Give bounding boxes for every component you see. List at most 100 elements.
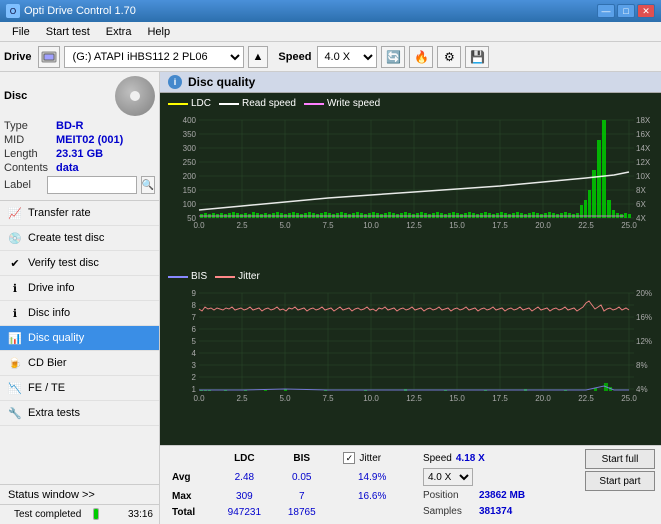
chart1: LDC Read speed Write speed xyxy=(164,97,657,268)
bis-total: 18765 xyxy=(276,505,327,519)
nav-label-disc-info: Disc info xyxy=(28,307,70,319)
svg-text:4%: 4% xyxy=(636,385,648,394)
drive-select[interactable]: (G:) ATAPI iHBS112 2 PL06 xyxy=(64,46,244,68)
mid-value: MEIT02 (001) xyxy=(56,134,155,146)
speed-label: Speed xyxy=(278,51,311,63)
drive-icon-btn[interactable] xyxy=(38,46,60,68)
svg-text:12%: 12% xyxy=(636,337,652,346)
nav-label-drive-info: Drive info xyxy=(28,282,74,294)
nav-label-cd-bier: CD Bier xyxy=(28,357,67,369)
samples-val: 381374 xyxy=(479,506,512,517)
type-value: BD-R xyxy=(56,120,155,132)
extra-tests-icon: 🔧 xyxy=(8,406,22,420)
charts-container: LDC Read speed Write speed xyxy=(160,93,661,445)
svg-text:15.0: 15.0 xyxy=(449,221,465,230)
close-button[interactable]: ✕ xyxy=(637,4,655,18)
disc-info-icon: ℹ xyxy=(8,306,22,320)
svg-text:100: 100 xyxy=(183,200,197,209)
svg-text:12X: 12X xyxy=(636,158,651,167)
legend-read: Read speed xyxy=(242,98,296,109)
transfer-rate-icon: 📈 xyxy=(8,206,22,220)
sidebar-item-disc-quality[interactable]: 📊 Disc quality xyxy=(0,326,159,351)
bis-max: 7 xyxy=(276,489,327,503)
svg-text:10X: 10X xyxy=(636,172,651,181)
svg-text:25.0: 25.0 xyxy=(621,394,637,403)
bis-avg: 0.05 xyxy=(276,467,327,487)
svg-text:7.5: 7.5 xyxy=(322,394,334,403)
nav-label-verify-test-disc: Verify test disc xyxy=(28,257,99,269)
nav-label-transfer-rate: Transfer rate xyxy=(28,207,91,219)
chart2-legend: BIS Jitter xyxy=(164,270,657,283)
ldc-header: LDC xyxy=(215,451,274,465)
speed-dropdown[interactable]: 4.0 X xyxy=(423,468,473,486)
progress-time: 33:16 xyxy=(103,509,153,520)
svg-text:400: 400 xyxy=(183,116,197,125)
disc-quality-title: Disc quality xyxy=(188,75,255,89)
progress-bar-inner xyxy=(94,509,98,519)
label-browse-btn[interactable]: 🔍 xyxy=(141,176,155,194)
app-icon: O xyxy=(6,4,20,18)
chart1-svg: 50 100 150 200 250 300 350 400 4X 6X 8X xyxy=(164,110,654,230)
svg-text:25.0: 25.0 xyxy=(621,221,637,230)
nav-label-extra-tests: Extra tests xyxy=(28,407,80,419)
sidebar-item-drive-info[interactable]: ℹ Drive info xyxy=(0,276,159,301)
svg-text:18X: 18X xyxy=(636,116,651,125)
disc-quality-icon: 📊 xyxy=(8,331,22,345)
svg-text:17.5: 17.5 xyxy=(492,394,508,403)
menu-help[interactable]: Help xyxy=(139,24,178,40)
label-label: Label xyxy=(4,179,43,191)
svg-text:0.0: 0.0 xyxy=(193,394,205,403)
eject-btn[interactable]: ▲ xyxy=(248,46,269,68)
toolbar: Drive (G:) ATAPI iHBS112 2 PL06 ▲ Speed … xyxy=(0,42,661,72)
svg-text:12.5: 12.5 xyxy=(406,221,422,230)
disc-panel: Disc Type BD-R MID MEIT02 (001) Length 2… xyxy=(0,72,159,201)
start-full-btn[interactable]: Start full xyxy=(585,449,655,469)
disc-icon xyxy=(115,76,155,116)
legend-ldc: LDC xyxy=(191,98,211,109)
svg-text:8: 8 xyxy=(192,301,197,310)
sidebar-item-verify-test-disc[interactable]: ✔ Verify test disc xyxy=(0,251,159,276)
menu-file[interactable]: File xyxy=(4,24,38,40)
sidebar-item-fe-te[interactable]: 📉 FE / TE xyxy=(0,376,159,401)
status-window-btn[interactable]: Status window >> xyxy=(0,486,159,505)
svg-text:200: 200 xyxy=(183,172,197,181)
sidebar: Disc Type BD-R MID MEIT02 (001) Length 2… xyxy=(0,72,160,524)
refresh-btn[interactable]: 🔄 xyxy=(381,46,405,68)
legend-write: Write speed xyxy=(327,98,380,109)
menu-extra[interactable]: Extra xyxy=(98,24,140,40)
sidebar-item-disc-info[interactable]: ℹ Disc info xyxy=(0,301,159,326)
position-label: Position xyxy=(423,490,475,501)
app-title: Opti Drive Control 1.70 xyxy=(24,5,136,17)
svg-text:3: 3 xyxy=(192,361,197,370)
start-part-btn[interactable]: Start part xyxy=(585,471,655,491)
ldc-max: 309 xyxy=(215,489,274,503)
minimize-button[interactable]: — xyxy=(597,4,615,18)
mid-label: MID xyxy=(4,134,56,146)
sidebar-item-cd-bier[interactable]: 🍺 CD Bier xyxy=(0,351,159,376)
samples-label: Samples xyxy=(423,506,475,517)
svg-text:2: 2 xyxy=(192,373,197,382)
maximize-button[interactable]: □ xyxy=(617,4,635,18)
burn-btn[interactable]: 🔥 xyxy=(409,46,433,68)
svg-text:20.0: 20.0 xyxy=(535,221,551,230)
svg-text:15.0: 15.0 xyxy=(449,394,465,403)
jitter-checkbox[interactable]: ✓ xyxy=(343,452,355,464)
svg-text:4: 4 xyxy=(192,349,197,358)
svg-text:7: 7 xyxy=(192,313,197,322)
svg-text:7.5: 7.5 xyxy=(322,221,334,230)
speed-select[interactable]: 4.0 X xyxy=(317,46,377,68)
menu-start-test[interactable]: Start test xyxy=(38,24,98,40)
svg-text:17.5: 17.5 xyxy=(492,221,508,230)
speed-label: Speed xyxy=(423,453,452,464)
svg-text:350: 350 xyxy=(183,130,197,139)
avg-label: Avg xyxy=(168,467,213,487)
settings-btn[interactable]: ⚙ xyxy=(437,46,461,68)
sidebar-item-extra-tests[interactable]: 🔧 Extra tests xyxy=(0,401,159,426)
sidebar-item-transfer-rate[interactable]: 📈 Transfer rate xyxy=(0,201,159,226)
speed-val: 4.18 X xyxy=(456,453,485,464)
svg-text:2.5: 2.5 xyxy=(236,394,248,403)
sidebar-item-create-test-disc[interactable]: 💿 Create test disc xyxy=(0,226,159,251)
disc-panel-title: Disc xyxy=(4,90,27,102)
label-input[interactable] xyxy=(47,176,137,194)
save-btn[interactable]: 💾 xyxy=(465,46,489,68)
